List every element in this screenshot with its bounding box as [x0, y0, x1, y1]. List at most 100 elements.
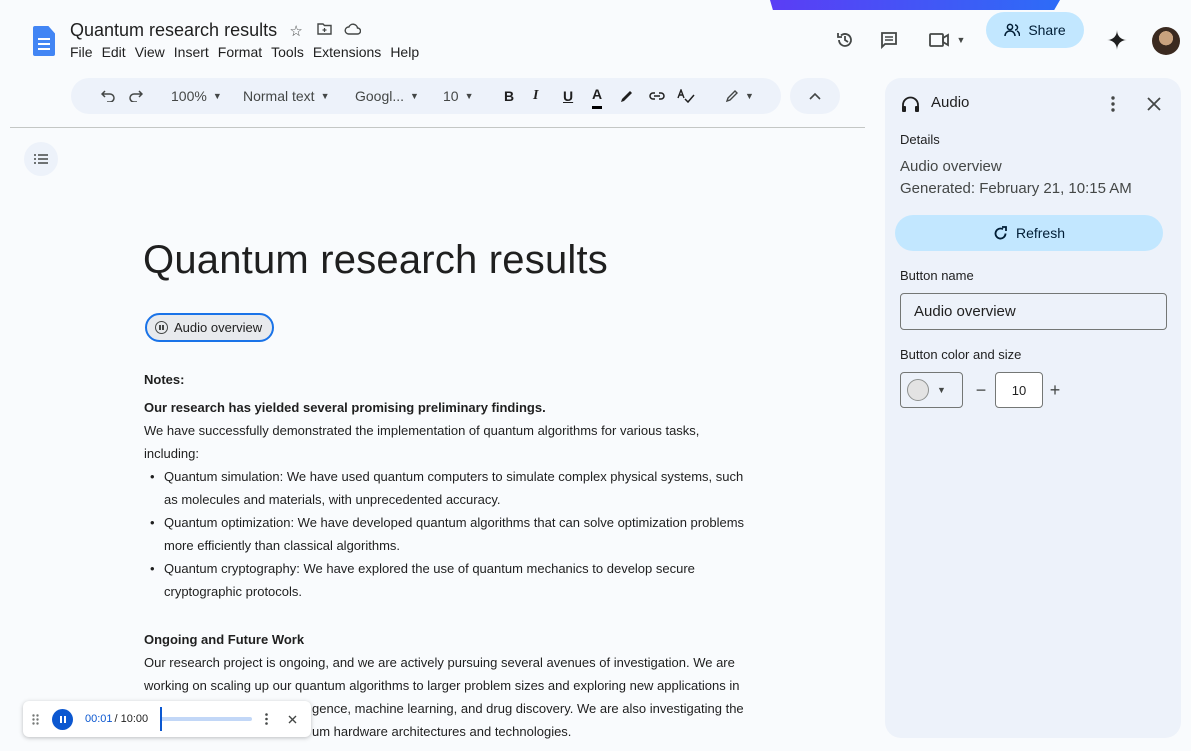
- details-label: Details: [900, 132, 940, 147]
- italic-button[interactable]: I: [533, 78, 538, 114]
- title-row: Quantum research results ☆: [70, 20, 361, 41]
- menu-tools[interactable]: Tools: [271, 44, 312, 60]
- refresh-label: Refresh: [1015, 225, 1066, 241]
- drag-handle-icon[interactable]: [32, 701, 39, 737]
- chevron-down-icon: ▼: [937, 385, 946, 395]
- spellcheck-icon[interactable]: [677, 78, 695, 114]
- people-icon: [1004, 23, 1021, 37]
- refresh-icon: [994, 225, 1007, 239]
- list-item: Quantum cryptography: We have explored t…: [150, 557, 760, 603]
- color-swatch: [907, 379, 929, 401]
- section-line-2: working on scaling up our quantum algori…: [144, 678, 740, 693]
- button-color-picker[interactable]: ▼: [900, 372, 963, 408]
- current-time: 00:01: [85, 713, 113, 725]
- pencil-icon: [725, 90, 738, 103]
- intro-line-1: We have successfully demonstrated the im…: [144, 423, 700, 438]
- audio-chip-label: Audio overview: [174, 320, 263, 335]
- cloud-saved-icon[interactable]: [343, 22, 361, 39]
- menu-bar: File Edit View Insert Format Tools Exten…: [70, 44, 428, 60]
- button-name-input[interactable]: [900, 293, 1167, 330]
- panel-title: Audio: [931, 94, 970, 111]
- menu-file[interactable]: File: [70, 44, 101, 60]
- intro-line-2: including:: [144, 446, 199, 461]
- progress-slider[interactable]: [160, 701, 252, 737]
- link-icon[interactable]: [649, 78, 665, 114]
- account-avatar[interactable]: [1152, 27, 1180, 55]
- player-more-icon[interactable]: [265, 701, 268, 737]
- findings-list: Quantum simulation: We have used quantum…: [150, 465, 760, 603]
- font-size-select[interactable]: 10 ▼: [443, 78, 474, 114]
- chevron-up-icon: [809, 92, 821, 100]
- formatting-toolbar: 100% ▼ Normal text ▼ Googl... ▼ 10 ▼ B I U A…: [71, 78, 781, 114]
- document-title[interactable]: Quantum research results: [70, 20, 277, 41]
- menu-view[interactable]: View: [135, 44, 173, 60]
- undo-icon[interactable]: [101, 78, 115, 114]
- notes-label: Notes:: [144, 372, 185, 387]
- menu-extensions[interactable]: Extensions: [313, 44, 389, 60]
- audio-side-panel: Audio Details Audio overview Generated: …: [885, 78, 1181, 738]
- docs-logo-icon[interactable]: [33, 26, 55, 56]
- pause-icon: [155, 321, 168, 334]
- player-close-icon[interactable]: [288, 701, 297, 737]
- decrease-size-button[interactable]: −: [971, 372, 991, 408]
- style-value: Normal text: [243, 88, 315, 104]
- section-line-3: gence, machine learning, and drug discov…: [312, 701, 744, 716]
- docs-window: Quantum research results ☆ File Edit Vie…: [0, 0, 1191, 751]
- audio-overview-chip[interactable]: Audio overview: [145, 313, 275, 342]
- font-size-value: 10: [443, 88, 459, 104]
- headphones-icon: [901, 91, 920, 117]
- underline-button[interactable]: U: [563, 78, 573, 114]
- chevron-down-icon: ▼: [320, 91, 330, 101]
- list-item: Quantum optimization: We have developed …: [150, 511, 760, 557]
- document-heading: Quantum research results: [143, 238, 608, 282]
- section-line-4: um hardware architectures and technologi…: [312, 724, 572, 739]
- menu-edit[interactable]: Edit: [102, 44, 134, 60]
- share-button[interactable]: Share: [986, 12, 1084, 48]
- gemini-icon[interactable]: [1099, 22, 1135, 58]
- chevron-down-icon: ▼: [464, 91, 474, 101]
- button-size-input[interactable]: [995, 372, 1043, 408]
- zoom-value: 100%: [171, 88, 207, 104]
- text-color-button[interactable]: A: [592, 82, 603, 109]
- progress-thumb[interactable]: [160, 707, 163, 731]
- zoom-select[interactable]: 100% ▼: [171, 78, 222, 114]
- audio-mini-player: 00:01 / 10:00: [23, 701, 311, 737]
- time-display: 00:01 / 10:00: [85, 701, 148, 737]
- menu-format[interactable]: Format: [218, 44, 270, 60]
- section-line-1: Our research project is ongoing, and we …: [144, 655, 735, 670]
- font-select[interactable]: Googl... ▼: [355, 78, 419, 114]
- menu-help[interactable]: Help: [390, 44, 427, 60]
- section-heading: Ongoing and Future Work: [144, 632, 305, 647]
- bold-button[interactable]: B: [504, 78, 514, 114]
- share-label: Share: [1028, 22, 1066, 38]
- overview-name: Audio overview: [900, 158, 1002, 175]
- chevron-down-icon: ▼: [745, 91, 754, 101]
- comments-icon[interactable]: [871, 22, 907, 58]
- generated-timestamp: Generated: February 21, 10:15 AM: [900, 180, 1132, 197]
- refresh-button[interactable]: Refresh: [895, 215, 1163, 251]
- collapse-menus-button[interactable]: [790, 78, 840, 114]
- decorative-banner: [770, 0, 1060, 10]
- document-page[interactable]: Quantum research results Audio overview …: [0, 128, 870, 751]
- move-folder-icon[interactable]: [315, 22, 333, 39]
- pause-button[interactable]: [52, 701, 73, 737]
- close-icon[interactable]: [1147, 91, 1161, 117]
- redo-icon[interactable]: [129, 78, 143, 114]
- star-icon[interactable]: ☆: [287, 22, 305, 40]
- color-size-label: Button color and size: [900, 347, 1022, 362]
- progress-track: [160, 707, 252, 731]
- list-item: Quantum simulation: We have used quantum…: [150, 465, 760, 511]
- more-options-icon[interactable]: [1111, 91, 1115, 117]
- chevron-down-icon: ▼: [212, 91, 222, 101]
- history-icon[interactable]: [827, 22, 863, 58]
- editing-mode-select[interactable]: ▼: [725, 78, 754, 114]
- font-value: Googl...: [355, 88, 405, 104]
- style-select[interactable]: Normal text ▼: [243, 78, 330, 114]
- total-time: / 10:00: [114, 713, 149, 725]
- highlight-icon[interactable]: [619, 78, 634, 114]
- menu-insert[interactable]: Insert: [174, 44, 217, 60]
- increase-size-button[interactable]: +: [1045, 372, 1065, 408]
- meet-icon[interactable]: ▼: [922, 22, 972, 58]
- pause-icon: [52, 708, 73, 730]
- chevron-down-icon: ▼: [410, 91, 419, 101]
